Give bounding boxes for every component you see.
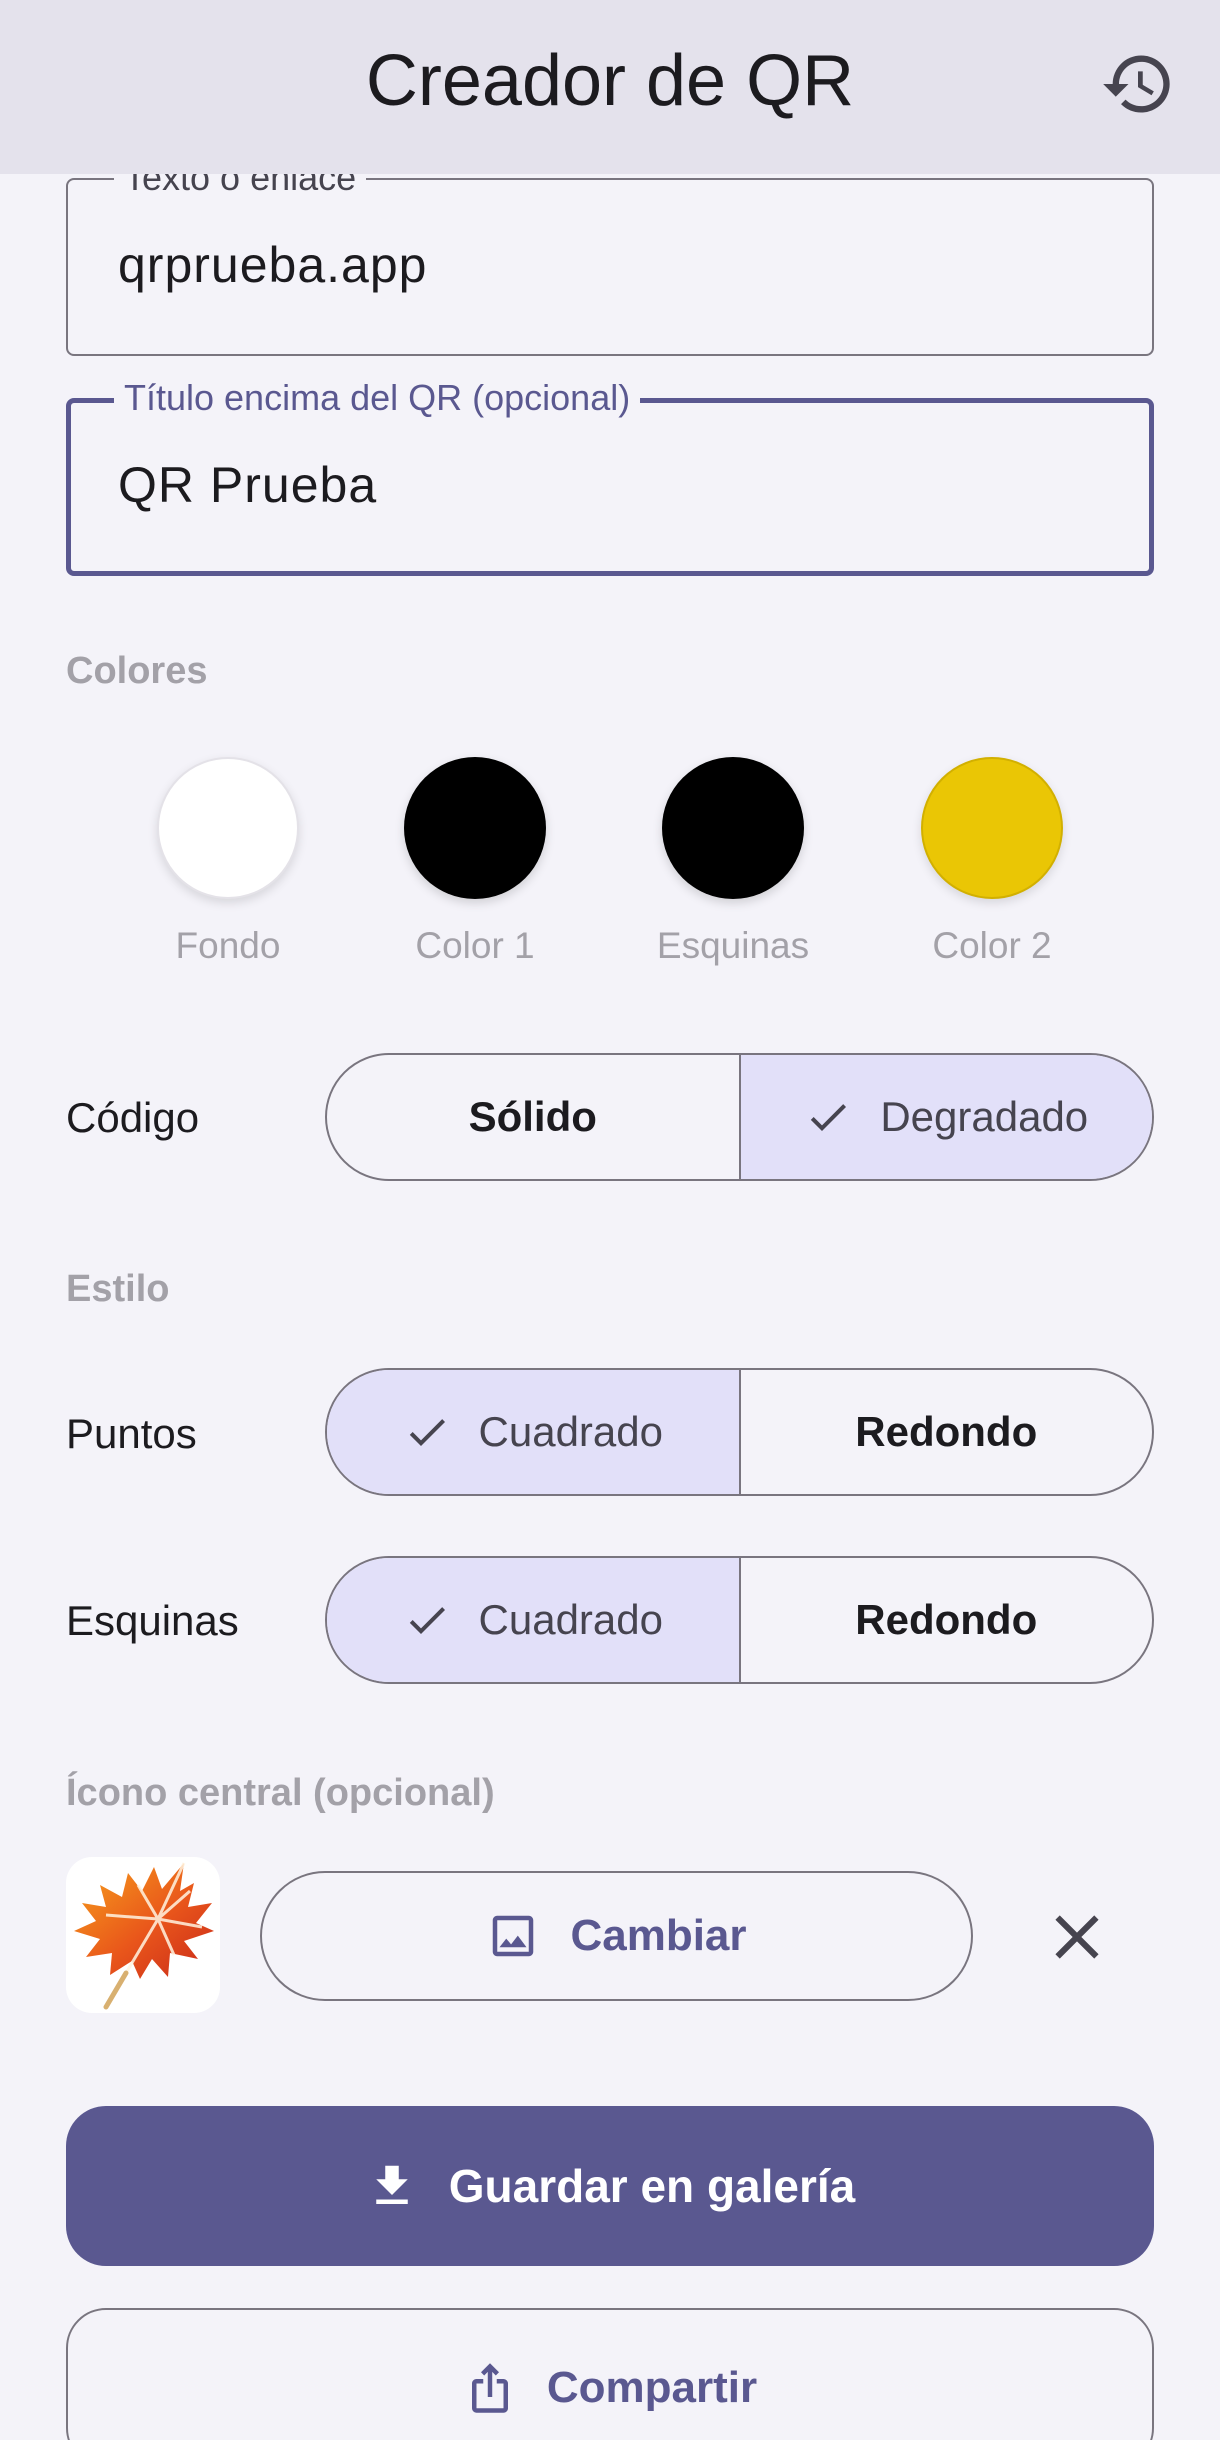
share-label: Compartir bbox=[546, 2363, 758, 2412]
dots-segmented-control: Cuadrado Redondo bbox=[325, 1368, 1154, 1496]
check-icon bbox=[811, 1104, 847, 1131]
dots-option-square-label: Cuadrado bbox=[478, 1408, 663, 1455]
swatch-corners[interactable] bbox=[662, 757, 804, 899]
title-field[interactable]: Título encima del QR (opcional) QR Prueb… bbox=[66, 376, 1154, 576]
colors-heading: Colores bbox=[66, 650, 208, 692]
code-segmented-control: Sólido Degradado bbox=[325, 1053, 1154, 1181]
swatch-color-2[interactable] bbox=[921, 757, 1063, 899]
image-icon bbox=[493, 1915, 534, 1957]
save-to-gallery-button[interactable]: Guardar en galería bbox=[66, 2106, 1154, 2266]
dots-option-round-label: Redondo bbox=[855, 1408, 1038, 1455]
title-field-value: QR Prueba bbox=[118, 457, 378, 513]
save-to-gallery-label: Guardar en galería bbox=[448, 2160, 856, 2212]
swatch-background-label: Fondo bbox=[175, 925, 281, 966]
code-option-gradient[interactable]: Degradado bbox=[738, 1055, 1152, 1179]
change-icon-label: Cambiar bbox=[570, 1911, 747, 1960]
code-option-solid[interactable]: Sólido bbox=[327, 1055, 739, 1179]
swatch-color-1-label: Color 1 bbox=[415, 925, 535, 966]
close-icon[interactable] bbox=[1040, 1900, 1114, 1974]
app-bar: Creador de QR bbox=[0, 0, 1220, 174]
download-icon bbox=[376, 2165, 408, 2204]
check-icon bbox=[409, 1607, 445, 1634]
text-link-value: qrprueba.app bbox=[118, 237, 428, 293]
corners-label: Esquinas bbox=[66, 1597, 239, 1644]
share-icon bbox=[471, 2363, 508, 2413]
change-icon-button[interactable]: Cambiar bbox=[260, 1871, 973, 2001]
center-icon-thumbnail bbox=[66, 1857, 220, 2013]
maple-leaf-icon bbox=[74, 1862, 214, 2010]
corners-option-square-label: Cuadrado bbox=[478, 1596, 663, 1643]
code-label: Código bbox=[66, 1094, 200, 1141]
style-heading: Estilo bbox=[66, 1268, 170, 1310]
title-field-label: Título encima del QR (opcional) bbox=[114, 376, 641, 420]
dots-option-round[interactable]: Redondo bbox=[738, 1370, 1153, 1494]
swatch-corners-label: Esquinas bbox=[656, 925, 810, 966]
history-icon[interactable] bbox=[1100, 46, 1176, 122]
dots-label: Puntos bbox=[66, 1410, 197, 1457]
code-option-gradient-label: Degradado bbox=[880, 1093, 1089, 1140]
corners-option-round[interactable]: Redondo bbox=[738, 1558, 1153, 1682]
swatch-color-2-label: Color 2 bbox=[932, 925, 1052, 966]
center-icon-heading: Ícono central (opcional) bbox=[66, 1772, 495, 1814]
corners-option-square[interactable]: Cuadrado bbox=[327, 1558, 739, 1682]
share-button[interactable]: Compartir bbox=[66, 2308, 1154, 2440]
dots-option-square[interactable]: Cuadrado bbox=[327, 1370, 739, 1494]
swatch-background[interactable] bbox=[157, 757, 299, 899]
corners-segmented-control: Cuadrado Redondo bbox=[325, 1556, 1154, 1684]
text-link-field[interactable]: Texto o enlace qrprueba.app bbox=[66, 156, 1154, 356]
check-icon bbox=[409, 1419, 445, 1446]
corners-option-round-label: Redondo bbox=[855, 1596, 1038, 1643]
swatch-color-1[interactable] bbox=[404, 757, 546, 899]
code-option-solid-label: Sólido bbox=[468, 1093, 597, 1140]
page-title: Creador de QR bbox=[365, 41, 855, 121]
